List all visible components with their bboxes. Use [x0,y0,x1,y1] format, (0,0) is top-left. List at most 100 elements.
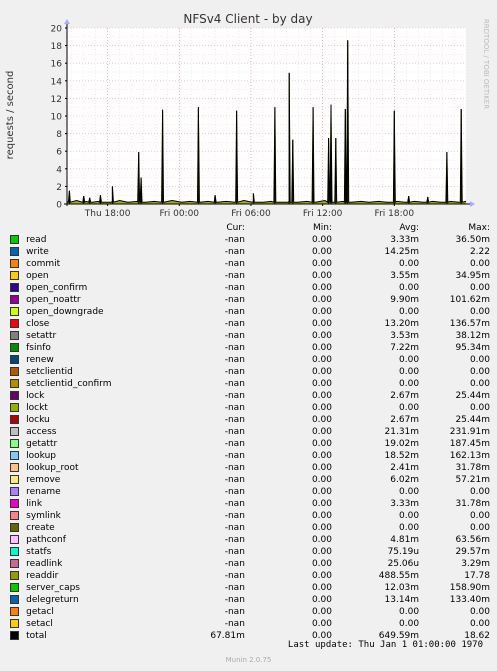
legend-min: 0.00 [311,235,332,245]
x-tick-label: Fri 06:00 [231,209,271,219]
legend-avg: 3.55m [390,271,420,281]
legend-avg: 0.00 [399,355,420,365]
legend-series-name: setclientid_confirm [26,379,112,389]
legend-row-renew: renew -nan 0.00 0.00 0.00 [10,354,490,366]
legend-max: 0.00 [469,367,490,377]
legend-row-lock: lock -nan 0.00 2.67m 25.44m [10,390,490,402]
legend-swatch [10,595,19,604]
legend-swatch [10,451,19,460]
legend-row-lockt: lockt -nan 0.00 0.00 0.00 [10,402,490,414]
legend-avg: 21.31m [384,427,420,437]
legend-cur: -nan [224,499,245,509]
legend-max: 31.78m [455,499,490,509]
legend-avg: 3.33m [390,499,420,509]
legend-series-name: setclientid [26,367,73,377]
legend-swatch [10,283,19,292]
legend-cur: -nan [224,415,245,425]
y-tick-label: 6 [56,148,62,158]
legend-min: 0.00 [311,463,332,473]
legend-max: 57.21m [455,475,490,485]
legend-max: 0.00 [469,259,490,269]
legend-swatch [10,463,19,472]
legend-row-commit: commit -nan 0.00 0.00 0.00 [10,258,490,270]
last-update: Last update: Thu Jan 1 01:00:00 1970 [287,640,483,650]
legend-swatch [10,583,19,592]
legend-cur: -nan [224,367,245,377]
legend-cur: -nan [224,571,245,581]
legend-header: Cur: Min: Avg: Max: [10,222,490,234]
legend-swatch [10,319,19,328]
legend-swatch [10,271,19,280]
legend-max: 0.00 [469,403,490,413]
x-tick-label: Thu 18:00 [84,209,131,219]
legend-row-open: open -nan 0.00 3.55m 34.95m [10,270,490,282]
legend-avg: 0.00 [399,511,420,521]
legend-series-name: delegreturn [26,595,79,605]
legend-max: 162.13m [449,451,490,461]
header-min: Min: [312,223,332,233]
legend-row-fsinfo: fsinfo -nan 0.00 7.22m 95.34m [10,342,490,354]
legend-series-name: link [26,499,43,509]
x-tick-label: Fri 00:00 [160,209,200,219]
legend-row-readlink: readlink -nan 0.00 25.06u 3.29m [10,558,490,570]
legend-row-readdir: readdir -nan 0.00 488.55m 17.78 [10,570,490,582]
legend-series-name: commit [26,259,61,269]
legend-avg: 13.14m [384,595,420,605]
legend-max: 101.62m [449,295,490,305]
x-axis-arrow [470,201,475,207]
legend-row-getacl: getacl -nan 0.00 0.00 0.00 [10,606,490,618]
y-axis-arrow [64,19,70,24]
legend-series-name: lookup [26,451,57,461]
legend-row-create: create -nan 0.00 0.00 0.00 [10,522,490,534]
legend-row-link: link -nan 0.00 3.33m 31.78m [10,498,490,510]
legend-swatch [10,523,19,532]
legend-cur: -nan [224,607,245,617]
y-axis-label: requests / second [5,71,16,160]
legend-swatch [10,343,19,352]
legend-avg: 6.02m [390,475,420,485]
legend-min: 0.00 [311,619,332,629]
legend-row-lookup: lookup -nan 0.00 18.52m 162.13m [10,450,490,462]
legend-swatch [10,475,19,484]
legend-max: 95.34m [455,343,490,353]
legend-cur: -nan [224,511,245,521]
legend-row-open-noattr: open_noattr -nan 0.00 9.90m 101.62m [10,294,490,306]
legend-cur: -nan [224,403,245,413]
legend-series-name: open_confirm [26,283,88,293]
legend-cur: -nan [224,283,245,293]
legend-avg: 2.67m [390,391,420,401]
legend-min: 0.00 [311,499,332,509]
legend-max: 0.00 [469,355,490,365]
legend-swatch [10,439,19,448]
legend-min: 0.00 [311,415,332,425]
legend-swatch [10,619,19,628]
legend-min: 0.00 [311,523,332,533]
legend-cur: -nan [224,427,245,437]
legend-cur: -nan [224,343,245,353]
legend-swatch [10,355,19,364]
legend-min: 0.00 [311,595,332,605]
legend-swatch [10,499,19,508]
legend-cur: -nan [224,619,245,629]
legend-min: 0.00 [311,511,332,521]
legend-max: 0.00 [469,379,490,389]
legend-avg: 9.90m [390,295,420,305]
y-tick-label: 4 [56,165,62,175]
legend-avg: 0.00 [399,259,420,269]
legend-series-name: locku [26,415,50,425]
legend-max: 25.44m [455,415,490,425]
y-tick-label: 18 [51,42,63,52]
legend-cur: -nan [224,487,245,497]
legend-series-name: getacl [26,607,54,617]
legend-max: 2.22 [469,247,490,257]
legend-min: 0.00 [311,319,332,329]
legend-cur: -nan [224,523,245,533]
chart-title: NFSv4 Client - by day [183,12,312,26]
legend-swatch [10,367,19,376]
legend-series-name: read [26,235,47,245]
legend-min: 0.00 [311,271,332,281]
legend-avg: 3.53m [390,331,420,341]
legend-avg: 0.00 [399,619,420,629]
legend-row-setclientid: setclientid -nan 0.00 0.00 0.00 [10,366,490,378]
y-tick-label: 8 [56,130,62,140]
